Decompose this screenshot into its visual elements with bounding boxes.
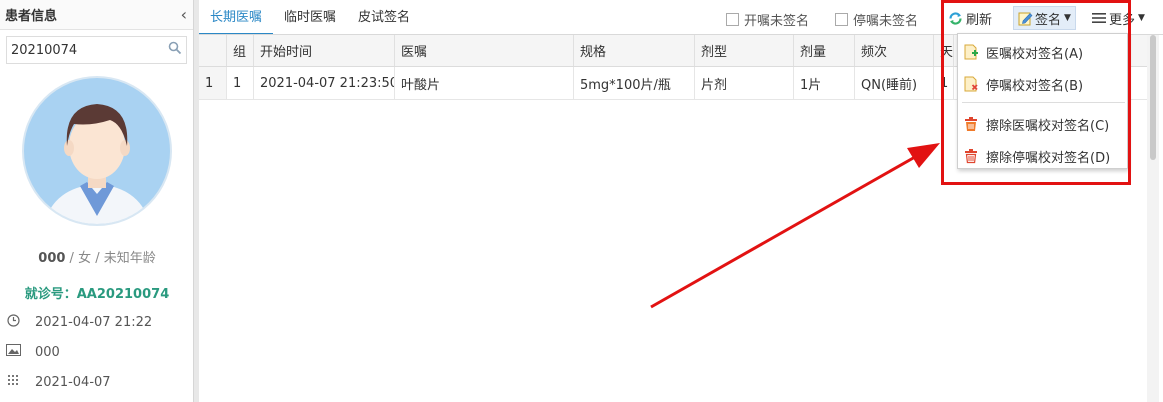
col-days[interactable]: 天 — [934, 35, 954, 66]
stop-unsigned-label: 停嘱未签名 — [853, 14, 919, 29]
visit-number: 就诊号：AA20210074 — [24, 287, 170, 302]
more-caret-icon: ▼ — [1138, 13, 1145, 23]
info-time-text: 2021-04-07 21:22 — [35, 315, 153, 330]
menu-item-label: 医嘱校对签名(A) — [986, 46, 1084, 62]
info-date-text: 2021-04-07 — [35, 375, 111, 390]
menu-item-stop-verify-sign[interactable]: 停嘱校对签名(B) — [958, 69, 1127, 99]
info-image-text: 000 — [35, 344, 60, 360]
menu-lines-icon — [1092, 12, 1106, 24]
tab-long-term-orders[interactable]: 长期医嘱 — [199, 0, 274, 35]
cell-order: 叶酸片 — [395, 67, 574, 99]
trash-outline-icon — [963, 148, 979, 164]
calendar-icon — [5, 374, 21, 391]
col-rownum — [199, 35, 227, 66]
patient-summary: 000 / 女 / 未知年龄 — [0, 247, 194, 266]
image-icon — [5, 344, 21, 360]
doc-add-icon — [963, 44, 979, 60]
menu-item-label: 停嘱校对签名(B) — [986, 78, 1084, 94]
table-scrollbar[interactable] — [1147, 35, 1159, 402]
scrollbar-thumb[interactable] — [1150, 35, 1156, 160]
patient-search-input[interactable] — [11, 42, 168, 58]
app-window: 患者信息 ‹ 20210074 000 / 女 / 未知年龄 就诊号：AA202… — [0, 0, 1163, 402]
tab-temporary-orders[interactable]: 临时医嘱 — [273, 0, 347, 35]
cell-days: 1 — [934, 67, 954, 99]
col-order[interactable]: 医嘱 — [395, 35, 574, 66]
tab-skin-test-sign[interactable]: 皮试签名 — [347, 0, 421, 35]
menu-item-erase-order-sign[interactable]: 擦除医嘱校对签名(C) — [958, 109, 1127, 139]
sign-dropdown-button[interactable]: 签名 ▼ — [1013, 6, 1076, 30]
clock-icon — [5, 314, 21, 331]
order-tabs: 长期医嘱 临时医嘱 皮试签名 — [199, 0, 421, 35]
col-spec[interactable]: 规格 — [574, 35, 695, 66]
more-label: 更多 — [1109, 12, 1136, 28]
more-dropdown-button[interactable]: 更多 ▼ — [1092, 6, 1145, 30]
menu-item-erase-stop-sign[interactable]: 擦除停嘱校对签名(D) — [958, 141, 1127, 171]
filter-start-unsigned[interactable]: 开嘱未签名 — [726, 10, 809, 29]
col-dosage-form[interactable]: 剂型 — [695, 35, 794, 66]
patient-name: 000 — [38, 251, 66, 266]
patient-panel-title: 患者信息 — [5, 9, 58, 24]
doc-remove-icon — [963, 76, 979, 92]
cell-dosage-form: 片剂 — [695, 67, 794, 99]
refresh-label: 刷新 — [966, 12, 993, 28]
patient-search — [6, 36, 187, 64]
sign-edit-icon — [1018, 11, 1033, 26]
search-icon[interactable] — [168, 41, 182, 59]
refresh-icon — [948, 11, 963, 26]
refresh-button[interactable]: 刷新 — [948, 6, 992, 30]
info-row-date: 2021-04-07 — [5, 374, 111, 391]
filter-stop-unsigned[interactable]: 停嘱未签名 — [835, 10, 918, 29]
sign-caret-icon: ▼ — [1064, 13, 1071, 23]
menu-item-label: 擦除停嘱校对签名(D) — [986, 150, 1111, 166]
cell-start-time: 2021-04-07 21:23:50 — [254, 67, 395, 99]
start-unsigned-label: 开嘱未签名 — [744, 14, 810, 29]
menu-item-order-verify-sign[interactable]: 医嘱校对签名(A) — [958, 37, 1127, 67]
stop-unsigned-checkbox[interactable] — [835, 13, 848, 26]
start-unsigned-checkbox[interactable] — [726, 13, 739, 26]
col-group[interactable]: 组 — [227, 35, 254, 66]
avatar — [22, 76, 172, 226]
patient-panel-header: 患者信息 ‹ — [0, 0, 193, 30]
collapse-chevron-icon[interactable]: ‹ — [181, 5, 187, 24]
col-dose[interactable]: 剂量 — [794, 35, 855, 66]
menu-separator — [962, 102, 1125, 103]
cell-frequency: QN(睡前) — [855, 67, 934, 99]
col-frequency[interactable]: 频次 — [855, 35, 934, 66]
sign-label: 签名 — [1035, 12, 1062, 28]
patient-panel: 患者信息 ‹ 20210074 000 / 女 / 未知年龄 就诊号：AA202… — [0, 0, 194, 402]
row-number: 1 — [199, 67, 227, 99]
col-start-time[interactable]: 开始时间 — [254, 35, 395, 66]
cell-dose: 1片 — [794, 67, 855, 99]
trash-icon — [963, 116, 979, 132]
cell-spec: 5mg*100片/瓶 — [574, 67, 695, 99]
patient-gender-age: / 女 / 未知年龄 — [65, 251, 156, 266]
cell-group: 1 — [227, 67, 254, 99]
sign-dropdown-menu: 医嘱校对签名(A) 停嘱校对签名(B) 擦除医嘱校对签名(C) 擦除停嘱校对签名… — [957, 33, 1128, 169]
info-row-image: 000 — [5, 344, 60, 360]
menu-item-label: 擦除医嘱校对签名(C) — [986, 118, 1110, 134]
info-row-time: 2021-04-07 21:22 — [5, 314, 152, 331]
